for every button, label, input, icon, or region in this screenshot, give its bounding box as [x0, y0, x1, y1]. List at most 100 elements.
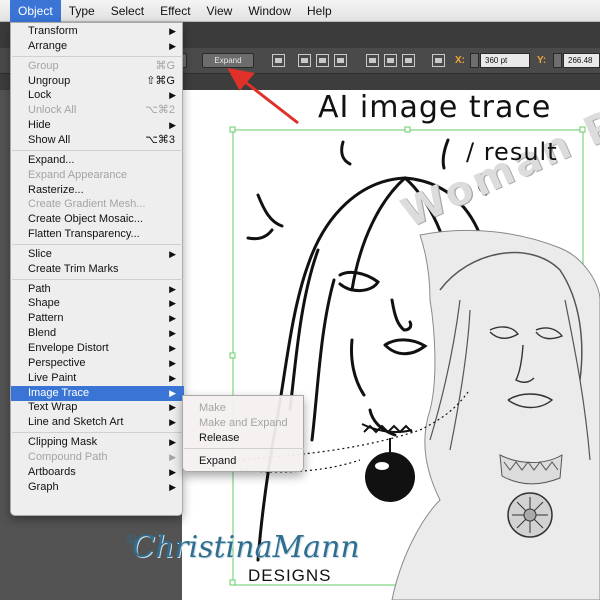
brand-name: ChristinaMann	[132, 530, 360, 565]
menu-item-unlock-all[interactable]: Unlock All ⌥⌘2	[11, 103, 184, 118]
menu-item-label: Perspective	[28, 356, 86, 369]
menu-item-group[interactable]: Group ⌘G	[11, 59, 184, 74]
menu-item-label: Slice	[28, 247, 52, 260]
menu-object[interactable]: Object	[10, 0, 61, 22]
menu-item-artboards[interactable]: Artboards ▶	[11, 465, 184, 480]
menu-item-label: Flatten Transparency...	[28, 228, 140, 241]
menu-item-text-wrap[interactable]: Text Wrap ▶	[11, 400, 184, 415]
image-trace-submenu: Make Make and Expand Release Expand	[182, 395, 304, 472]
menu-item-blend[interactable]: Blend ▶	[11, 326, 184, 341]
pendant-highlight	[375, 462, 389, 470]
menu-item-image-trace[interactable]: Image Trace ▶	[11, 385, 184, 401]
menu-item-expand[interactable]: Expand...	[11, 153, 184, 168]
menu-item-create-object-mosaic[interactable]: Create Object Mosaic...	[11, 212, 184, 227]
sketch-photo	[391, 229, 600, 600]
menu-view[interactable]: View	[199, 0, 241, 22]
submenu-arrow-icon: ▶	[169, 343, 176, 353]
submenu-item-make[interactable]: Make	[183, 401, 305, 416]
menu-help[interactable]: Help	[299, 0, 340, 22]
brand-logo: © ChristinaMann DESIGNS	[127, 530, 360, 585]
menu-item-flatten-transparency[interactable]: Flatten Transparency...	[11, 227, 184, 242]
menu-type[interactable]: Type	[61, 0, 103, 22]
menu-item-show-all[interactable]: Show All ⌥⌘3	[11, 133, 184, 148]
submenu-arrow-icon: ▶	[169, 90, 176, 101]
submenu-item-release[interactable]: Release	[183, 431, 305, 446]
menu-window[interactable]: Window	[240, 0, 299, 22]
menu-item-shortcut: ⌥⌘2	[145, 104, 175, 117]
submenu-arrow-icon: ▶	[169, 451, 176, 462]
menu-item-label: Text Wrap	[28, 401, 78, 414]
menu-item-rasterize[interactable]: Rasterize...	[11, 183, 184, 198]
menu-item-expand-appearance[interactable]: Expand Appearance	[11, 168, 184, 183]
menu-item-label: Arrange	[28, 39, 68, 52]
menu-item-label: Ungroup	[28, 74, 71, 87]
menu-item-label: Rasterize...	[28, 183, 84, 196]
selection-handle	[229, 126, 236, 133]
menu-item-label: Live Paint	[28, 371, 77, 384]
menu-item-slice[interactable]: Slice ▶	[11, 247, 184, 262]
menu-item-arrange[interactable]: Arrange ▶	[11, 39, 184, 54]
menu-separator	[12, 278, 183, 280]
menu-item-label: Expand Appearance	[28, 168, 128, 181]
submenu-arrow-icon: ▶	[169, 313, 176, 324]
menu-item-label: Transform	[28, 25, 78, 37]
menu-item-label: Show All	[28, 133, 71, 146]
submenu-arrow-icon: ▶	[169, 40, 176, 51]
submenu-arrow-icon: ▶	[169, 248, 176, 259]
menu-item-perspective[interactable]: Perspective ▶	[11, 356, 184, 371]
menu-item-label: Path	[28, 282, 51, 295]
menu-item-transform[interactable]: Transform ▶	[11, 24, 184, 39]
submenu-item-expand[interactable]: Expand	[183, 454, 305, 469]
menu-item-clipping-mask[interactable]: Clipping Mask ▶	[11, 435, 184, 450]
menu-item-label: Shape	[28, 297, 60, 310]
menu-item-label: Create Gradient Mesh...	[28, 198, 146, 211]
menu-item-label: Line and Sketch Art	[28, 416, 124, 429]
submenu-item-make-and-expand[interactable]: Make and Expand	[183, 416, 305, 431]
menu-item-label: Unlock All	[28, 104, 77, 117]
menu-item-label: Hide	[28, 119, 51, 132]
submenu-arrow-icon: ▶	[169, 466, 176, 477]
menu-item-label: Pattern	[28, 312, 64, 325]
menu-item-live-paint[interactable]: Live Paint ▶	[11, 371, 184, 386]
red-arrow	[227, 67, 299, 125]
submenu-arrow-icon: ▶	[169, 120, 176, 131]
menu-separator	[12, 149, 183, 151]
selection-handle	[229, 579, 236, 586]
menu-item-shortcut: ⇧⌘G	[146, 74, 175, 87]
menu-item-label: Create Object Mosaic...	[28, 213, 143, 226]
menu-item-path[interactable]: Path ▶	[11, 282, 184, 297]
menu-item-shape[interactable]: Shape ▶	[11, 296, 184, 311]
submenu-arrow-icon: ▶	[169, 417, 176, 428]
menu-effect[interactable]: Effect	[152, 0, 198, 22]
menu-item-hide[interactable]: Hide ▶	[11, 118, 184, 133]
necklace	[361, 423, 413, 452]
submenu-arrow-icon: ▶	[169, 298, 176, 309]
submenu-arrow-icon: ▶	[169, 437, 176, 448]
menu-item-create-gradient-mesh[interactable]: Create Gradient Mesh...	[11, 197, 184, 212]
menu-item-label: Expand...	[28, 153, 75, 166]
menu-item-shortcut: ⌘G	[155, 59, 175, 72]
submenu-arrow-icon: ▶	[169, 402, 176, 413]
menu-item-ungroup[interactable]: Ungroup ⇧⌘G	[11, 74, 184, 89]
selection-handle	[229, 352, 236, 359]
menu-separator	[12, 432, 183, 434]
object-menu: Transform ▶ Arrange ▶ Group ⌘G Ungroup ⇧⌘G Lock ▶…	[10, 22, 184, 516]
menu-item-label: Image Trace	[28, 386, 90, 399]
menu-item-lock[interactable]: Lock ▶	[11, 88, 184, 103]
menu-item-label: Lock	[28, 89, 52, 102]
menu-item-compound-path[interactable]: Compound Path ▶	[11, 450, 184, 465]
menu-item-graph[interactable]: Graph ▶	[11, 480, 184, 495]
annotation-subtitle: / result	[466, 138, 558, 166]
menu-select[interactable]: Select	[103, 0, 152, 22]
brand-subtitle: DESIGNS	[248, 566, 332, 585]
menu-item-line-and-sketch-art[interactable]: Line and Sketch Art ▶	[11, 415, 184, 430]
annotation-title: AI image trace	[318, 90, 552, 125]
menu-bar: Object Type Select Effect View Window He…	[0, 0, 600, 22]
menu-item-pattern[interactable]: Pattern ▶	[11, 311, 184, 326]
menu-item-label: Clipping Mask	[28, 436, 98, 449]
menu-item-envelope-distort[interactable]: Envelope Distort ▶	[11, 341, 184, 356]
menu-item-label: Graph	[28, 480, 59, 493]
submenu-arrow-icon: ▶	[169, 372, 176, 383]
menu-item-label: Blend	[28, 327, 57, 340]
menu-item-create-trim-marks[interactable]: Create Trim Marks	[11, 262, 184, 277]
